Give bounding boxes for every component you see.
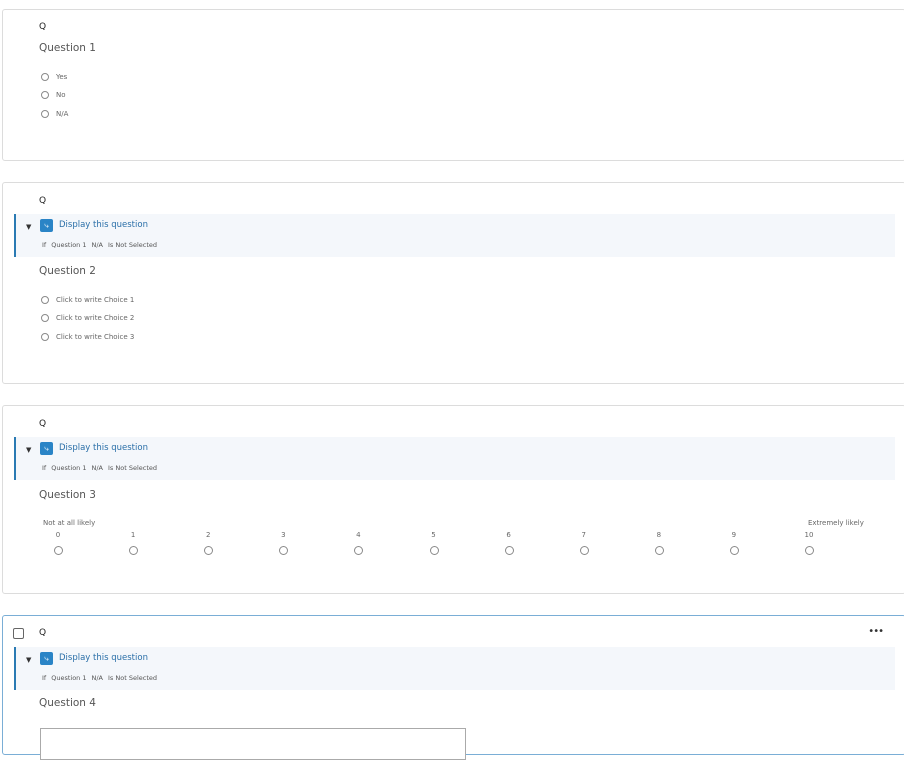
choice-label[interactable]: Click to write Choice 2: [56, 314, 134, 322]
scale-point-label: 9: [731, 531, 737, 539]
question-title[interactable]: Question 2: [39, 265, 96, 277]
scale-radio-6[interactable]: [504, 546, 514, 555]
question-title[interactable]: Question 4: [39, 697, 96, 709]
condition-question[interactable]: Question 1: [51, 674, 86, 682]
scale-radio-7[interactable]: [579, 546, 589, 555]
scale-point-label: 10: [804, 531, 814, 539]
choice-label: No: [56, 91, 66, 99]
condition-choice[interactable]: N/A: [92, 241, 104, 249]
condition-if: If: [42, 674, 47, 682]
scale-point-label: 5: [431, 531, 436, 539]
question-card-3[interactable]: Q ▼ ⤷ Display this question If Question …: [2, 405, 904, 594]
display-logic-title[interactable]: Display this question: [59, 653, 148, 663]
question-type-label: Q: [39, 419, 47, 429]
scale-point-label: 7: [581, 531, 586, 539]
condition-question[interactable]: Question 1: [51, 241, 86, 249]
radio-icon[interactable]: [41, 333, 49, 341]
display-logic-panel[interactable]: ▼ ⤷ Display this question If Question 1 …: [14, 437, 895, 480]
scale-point-label: 6: [506, 531, 511, 539]
condition-operator[interactable]: Is Not Selected: [108, 674, 157, 682]
question-card-1[interactable]: Q Question 1 Yes No N/A: [2, 9, 904, 161]
scale-radio-2[interactable]: [204, 546, 214, 555]
scale-radio-3[interactable]: [279, 546, 289, 555]
branch-icon: ⤷: [40, 442, 53, 455]
question-card-2[interactable]: Q ▼ ⤷ Display this question If Question …: [2, 182, 904, 384]
scale-point-label: 3: [281, 531, 286, 539]
branch-icon: ⤷: [40, 219, 53, 232]
choice-no[interactable]: No: [41, 91, 66, 99]
scale-point-label: 1: [130, 531, 136, 539]
scale-radio-0[interactable]: [54, 546, 63, 555]
choice-label[interactable]: Click to write Choice 3: [56, 333, 134, 341]
choice-2[interactable]: Click to write Choice 2: [41, 314, 134, 322]
condition-operator[interactable]: Is Not Selected: [108, 241, 157, 249]
display-logic-condition[interactable]: If Question 1 N/A Is Not Selected: [42, 241, 157, 249]
collapse-caret-icon[interactable]: ▼: [26, 446, 31, 454]
question-type-label: Q: [39, 196, 47, 206]
display-logic-condition[interactable]: If Question 1 N/A Is Not Selected: [42, 464, 157, 472]
scale-point-label: 0: [55, 531, 61, 539]
display-logic-panel[interactable]: ▼ ⤷ Display this question If Question 1 …: [14, 647, 895, 690]
choice-na[interactable]: N/A: [41, 110, 68, 118]
scale-point-label: 2: [205, 531, 211, 539]
condition-operator[interactable]: Is Not Selected: [108, 464, 157, 472]
scale-radio-8[interactable]: [654, 546, 664, 555]
display-logic-title[interactable]: Display this question: [59, 220, 148, 230]
radio-icon[interactable]: [41, 73, 49, 81]
scale-point-label: 8: [656, 531, 662, 539]
choice-yes[interactable]: Yes: [41, 73, 67, 81]
scale-radio-4[interactable]: [354, 546, 364, 555]
condition-question[interactable]: Question 1: [51, 464, 86, 472]
condition-choice[interactable]: N/A: [92, 464, 104, 472]
condition-if: If: [42, 464, 47, 472]
radio-icon[interactable]: [41, 314, 49, 322]
branch-icon: ⤷: [40, 652, 53, 665]
more-options-icon[interactable]: •••: [868, 626, 884, 637]
question-title[interactable]: Question 1: [39, 42, 96, 54]
display-logic-title[interactable]: Display this question: [59, 443, 148, 453]
collapse-caret-icon[interactable]: ▼: [26, 656, 31, 664]
text-entry-field[interactable]: [40, 728, 466, 760]
scale-radio-10[interactable]: [805, 546, 814, 555]
radio-icon[interactable]: [41, 296, 49, 304]
condition-choice[interactable]: N/A: [92, 674, 104, 682]
scale-radio-9[interactable]: [729, 546, 739, 555]
choice-3[interactable]: Click to write Choice 3: [41, 333, 134, 341]
radio-icon[interactable]: [41, 91, 49, 99]
collapse-caret-icon[interactable]: ▼: [26, 223, 31, 231]
choice-label[interactable]: Click to write Choice 1: [56, 296, 134, 304]
choice-label: N/A: [56, 110, 69, 118]
display-logic-condition[interactable]: If Question 1 N/A Is Not Selected: [42, 674, 157, 682]
radio-icon[interactable]: [41, 110, 49, 118]
question-card-4[interactable]: Q ••• ▼ ⤷ Display this question If Quest…: [2, 615, 904, 760]
scale-radio-5[interactable]: [429, 546, 439, 555]
scale-radio-1[interactable]: [129, 546, 139, 555]
condition-if: If: [42, 241, 47, 249]
select-question-checkbox[interactable]: [13, 628, 24, 639]
question-type-label: Q: [39, 628, 47, 638]
question-title[interactable]: Question 3: [39, 489, 96, 501]
scale-high-anchor: Extremely likely: [808, 519, 864, 527]
display-logic-panel[interactable]: ▼ ⤷ Display this question If Question 1 …: [14, 214, 895, 257]
scale-low-anchor: Not at all likely: [43, 519, 96, 527]
question-type-label: Q: [39, 22, 47, 32]
choice-label: Yes: [56, 73, 68, 81]
choice-1[interactable]: Click to write Choice 1: [41, 296, 134, 304]
scale-point-label: 4: [356, 531, 361, 539]
